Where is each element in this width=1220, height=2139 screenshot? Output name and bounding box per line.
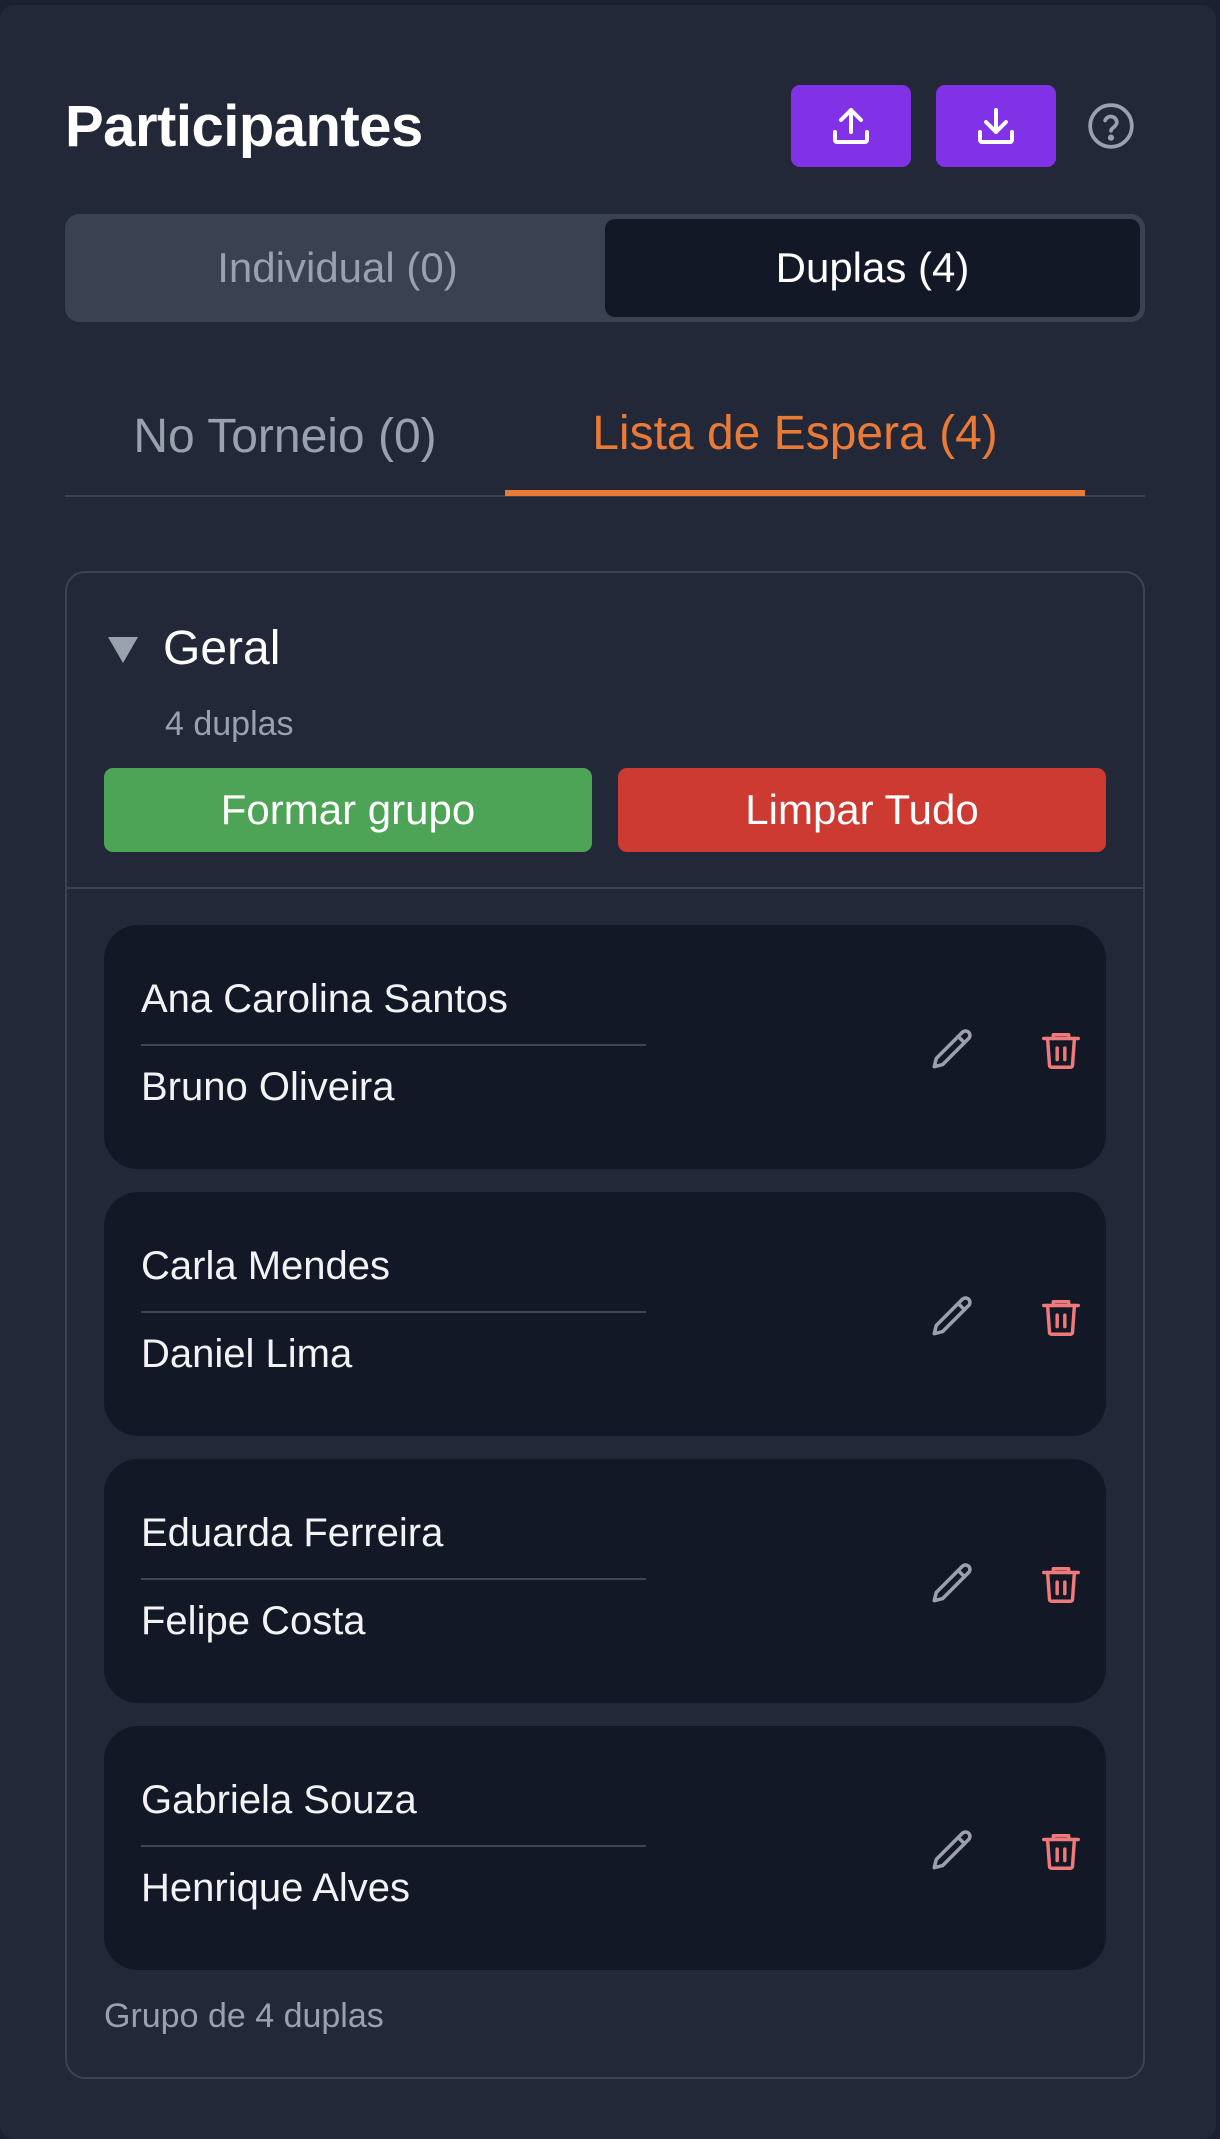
help-button[interactable] (1086, 101, 1136, 151)
pair-card: Eduarda Ferreira Felipe Costa (104, 1459, 1106, 1703)
group-header[interactable]: Geral (105, 621, 280, 676)
panel-header: Participantes (65, 85, 1146, 167)
player-one-name: Gabriela Souza (141, 1778, 417, 1822)
delete-button[interactable] (1033, 1289, 1089, 1345)
clear-all-button[interactable]: Limpar Tudo (618, 768, 1106, 852)
player-one-name: Carla Mendes (141, 1244, 391, 1288)
help-circle-icon (1088, 103, 1134, 149)
player-one-name: Ana Carolina Santos (141, 977, 508, 1021)
trash-icon (1042, 1299, 1080, 1336)
pair-separator (141, 1311, 646, 1313)
pair-card: Carla Mendes Daniel Lima (104, 1192, 1106, 1436)
download-button[interactable] (936, 85, 1056, 167)
edit-button[interactable] (925, 1556, 981, 1612)
pair-separator (141, 1044, 646, 1046)
trash-icon (1042, 1566, 1080, 1603)
triangle-down-icon (108, 636, 138, 663)
player-two-name: Henrique Alves (141, 1866, 411, 1910)
pencil-icon (932, 1830, 972, 1870)
pair-separator (141, 1845, 646, 1847)
tab-no-torneio[interactable]: No Torneio (0) (65, 375, 505, 497)
delete-button[interactable] (1033, 1823, 1089, 1879)
delete-button[interactable] (1033, 1022, 1089, 1078)
mode-duplas[interactable]: Duplas (4) (605, 219, 1140, 317)
mode-individual[interactable]: Individual (0) (70, 219, 605, 317)
upload-icon (833, 108, 869, 144)
page-title: Participantes (65, 93, 423, 159)
divider (67, 887, 1143, 889)
download-icon (978, 108, 1014, 144)
player-one-name: Eduarda Ferreira (141, 1511, 444, 1555)
group-footer-note: Grupo de 4 duplas (104, 1997, 384, 2035)
trash-icon (1042, 1032, 1080, 1069)
edit-button[interactable] (925, 1022, 981, 1078)
pencil-icon (932, 1563, 972, 1603)
delete-button[interactable] (1033, 1556, 1089, 1612)
pencil-icon (932, 1296, 972, 1336)
participants-panel: Participantes Individual (0) Duplas (4) … (0, 5, 1216, 2139)
group-title: Geral (163, 622, 281, 675)
tab-bar: No Torneio (0) Lista de Espera (4) (65, 375, 1145, 497)
pencil-icon (932, 1029, 972, 1069)
pair-card: Gabriela Souza Henrique Alves (104, 1726, 1106, 1970)
upload-button[interactable] (791, 85, 911, 167)
pair-separator (141, 1578, 646, 1580)
form-group-button[interactable]: Formar grupo (104, 768, 592, 852)
edit-button[interactable] (925, 1289, 981, 1345)
player-two-name: Bruno Oliveira (141, 1065, 395, 1109)
player-two-name: Felipe Costa (141, 1599, 366, 1643)
player-two-name: Daniel Lima (141, 1332, 353, 1376)
group-card: Geral 4 duplas Formar grupo Limpar Tudo … (65, 571, 1145, 2079)
trash-icon (1042, 1833, 1080, 1870)
group-count: 4 duplas (165, 705, 294, 743)
mode-toggle: Individual (0) Duplas (4) (65, 214, 1145, 322)
pair-card: Ana Carolina Santos Bruno Oliveira (104, 925, 1106, 1169)
edit-button[interactable] (925, 1823, 981, 1879)
tab-lista-de-espera[interactable]: Lista de Espera (4) (505, 375, 1085, 496)
